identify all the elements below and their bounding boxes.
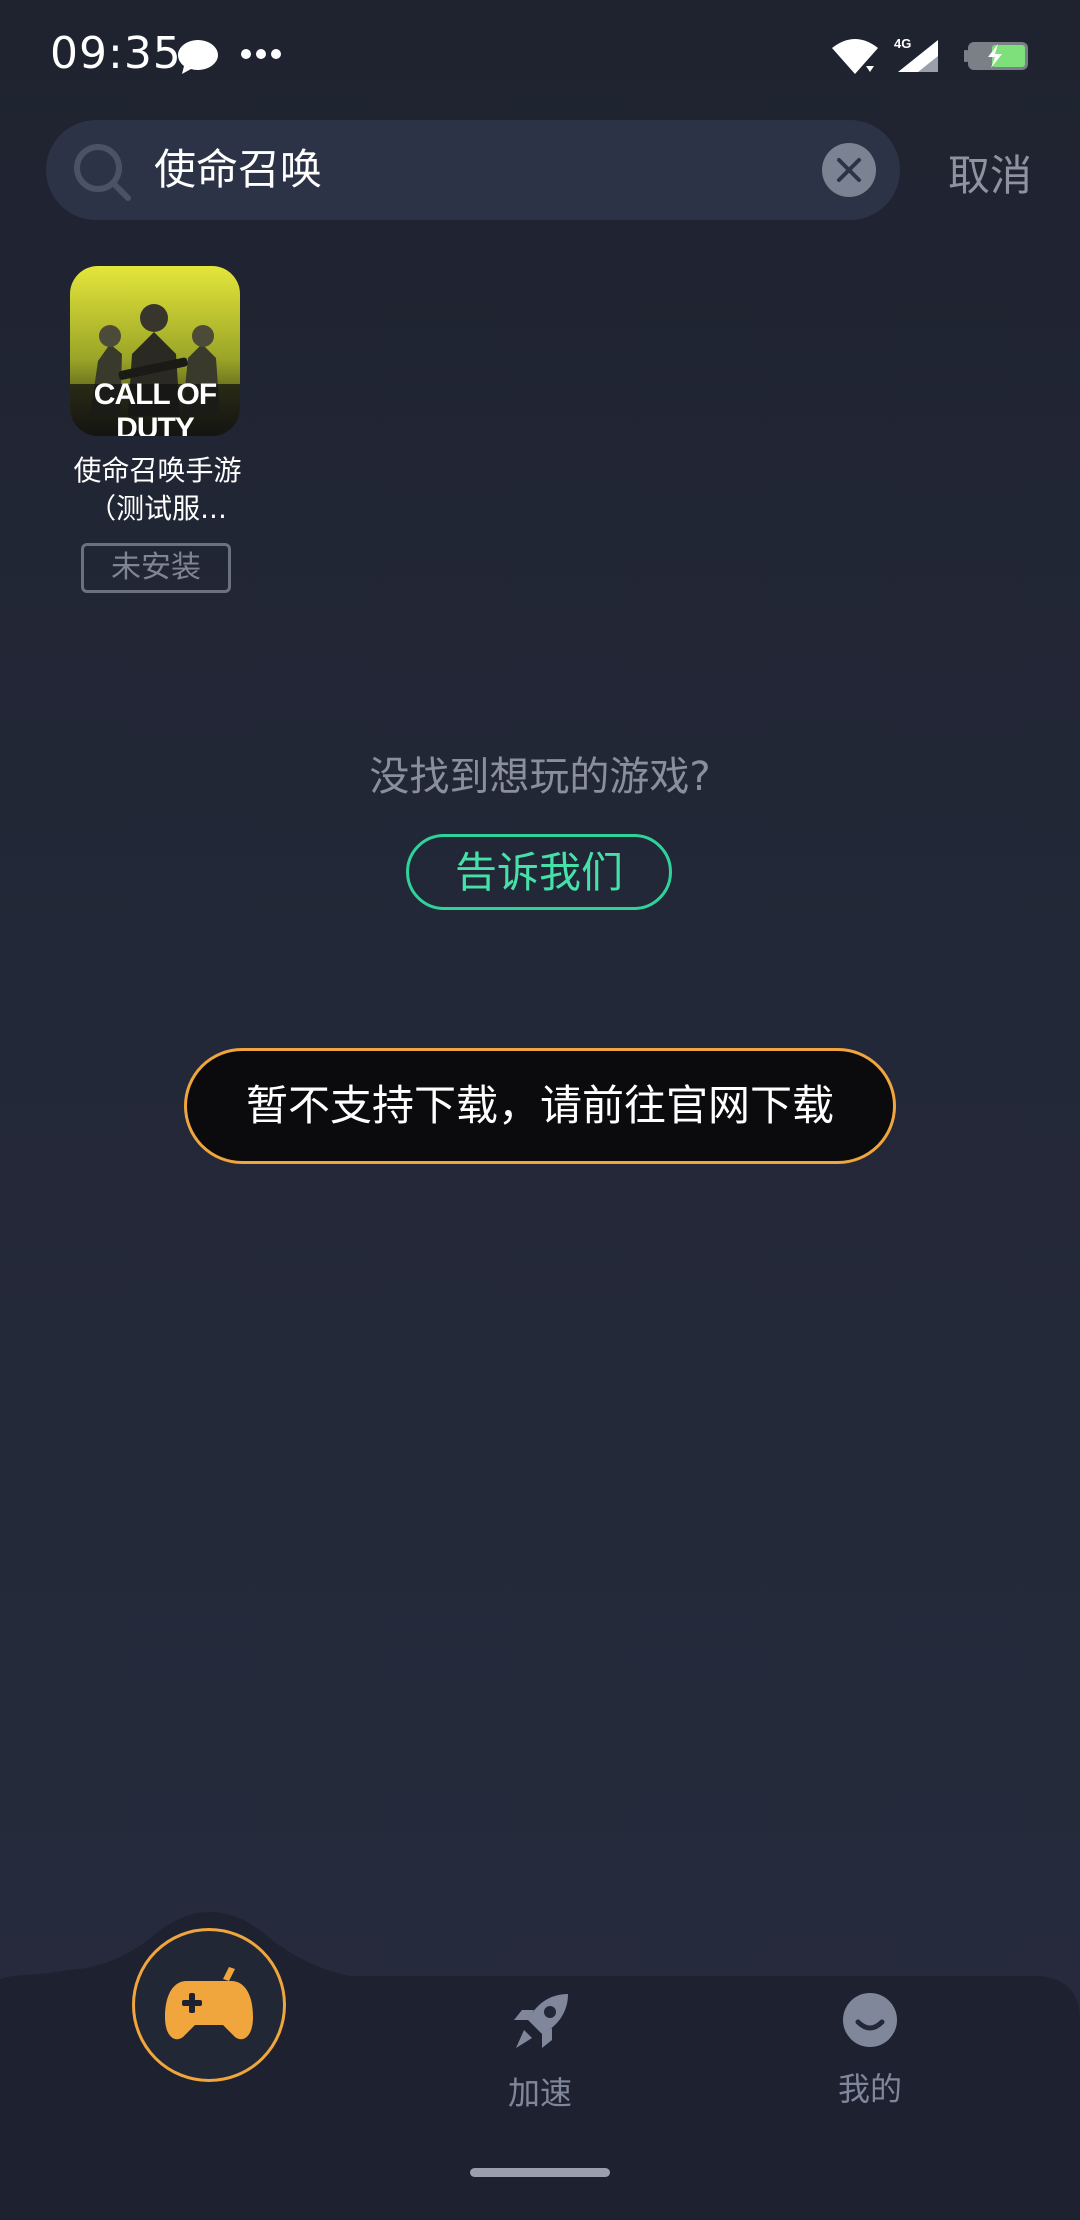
home-indicator[interactable] xyxy=(470,2168,610,2177)
nav-label-mine: 我的 xyxy=(837,2070,902,2108)
install-status-badge: 未安装 xyxy=(81,543,231,593)
network-type: 4G xyxy=(894,36,911,51)
not-found-text: 没找到想玩的游戏? xyxy=(369,754,711,800)
search-input[interactable] xyxy=(154,140,844,200)
game-result-item[interactable]: CALL OF DUTY 使命召唤手游（测试服... 未安装 xyxy=(70,266,245,593)
battery-charging-icon xyxy=(964,42,1028,70)
close-icon xyxy=(837,158,861,182)
search-bar xyxy=(46,120,900,220)
clear-search-button[interactable] xyxy=(822,143,876,197)
rocket-icon xyxy=(514,1994,568,2048)
nav-label-accelerate: 加速 xyxy=(507,2074,572,2112)
search-icon xyxy=(74,144,131,201)
wifi-icon xyxy=(832,39,878,74)
message-icon xyxy=(178,40,218,74)
status-bar: 09:35 4G xyxy=(0,0,1080,112)
signal-icon: 4G xyxy=(894,36,938,72)
cancel-button[interactable]: 取消 xyxy=(948,142,1032,203)
smile-face-icon xyxy=(843,1993,897,2047)
nav-item-mine[interactable]: 我的 xyxy=(800,1990,940,2110)
game-icon-logo-text: CALL OF DUTY xyxy=(93,378,217,436)
gamepad-plus-icon xyxy=(165,1967,253,2040)
nav-item-accelerate[interactable]: 加速 xyxy=(470,1990,610,2114)
game-tab-button[interactable] xyxy=(132,1928,286,2082)
tell-us-button[interactable]: 告诉我们 xyxy=(406,834,672,910)
toast-message: 暂不支持下载，请前往官网下载 xyxy=(184,1048,896,1164)
status-time: 09:35 xyxy=(50,28,182,79)
more-icon xyxy=(241,49,281,59)
game-title: 使命召唤手游（测试服... xyxy=(73,454,242,525)
game-icon[interactable]: CALL OF DUTY xyxy=(70,266,240,436)
